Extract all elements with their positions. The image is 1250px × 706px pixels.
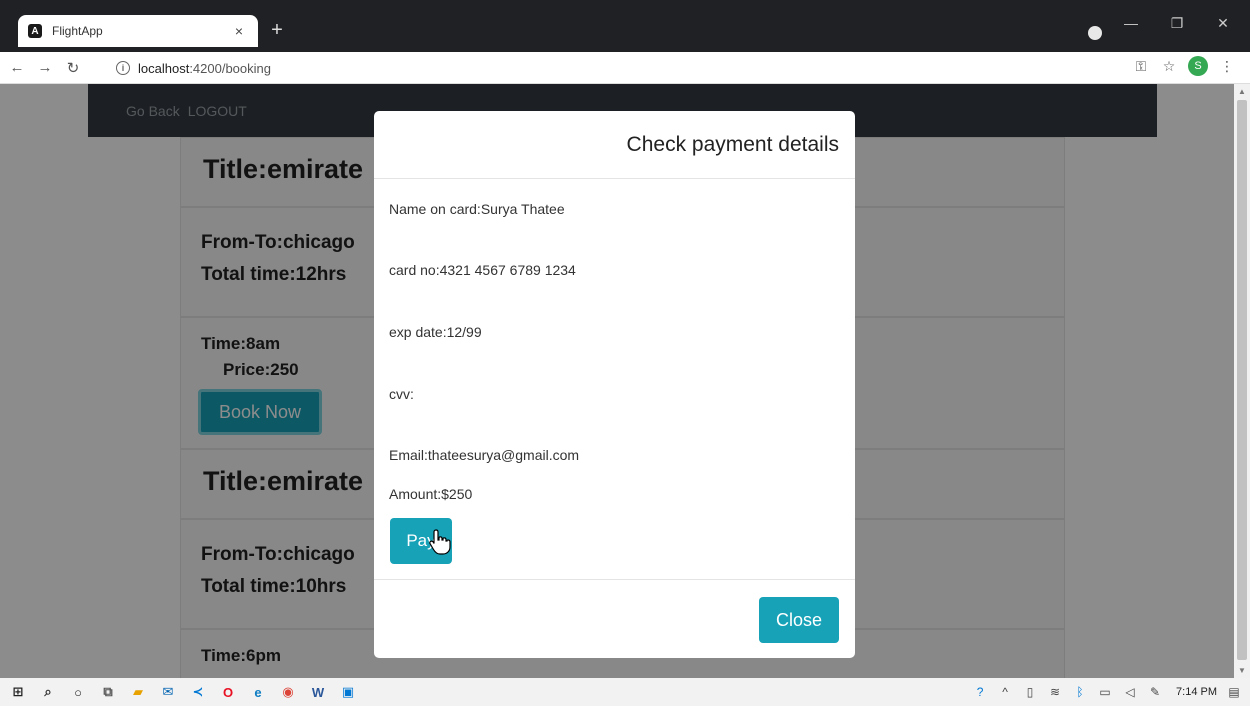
edge-icon[interactable]: e	[246, 682, 270, 702]
close-button[interactable]: Close	[759, 597, 839, 643]
chevron-up-icon[interactable]: ^	[997, 685, 1013, 699]
wifi-icon[interactable]: ≋	[1047, 685, 1063, 699]
taskbar-clock[interactable]: 7:14 PM	[1176, 686, 1217, 698]
exp-date-text: exp date:12/99	[389, 324, 482, 340]
help-icon[interactable]: ?	[972, 685, 988, 699]
file-explorer-icon[interactable]: ▰	[126, 682, 150, 702]
new-tab-button[interactable]: +	[266, 20, 288, 40]
email-text: Email:thateesurya@gmail.com	[389, 447, 580, 463]
name-on-card-text: Name on card:Surya Thatee	[389, 201, 565, 217]
restore-icon[interactable]: ❐	[1154, 8, 1200, 38]
key-icon[interactable]: ⚿	[1132, 58, 1150, 75]
chrome-icon[interactable]: ◉	[276, 682, 300, 702]
menu-dots-icon[interactable]: ⋮	[1218, 58, 1236, 75]
mail-icon[interactable]: ✉	[156, 682, 180, 702]
device-icon[interactable]: ▯	[1022, 685, 1038, 699]
modal-header: Check payment details	[374, 111, 855, 179]
hand-cursor-icon	[429, 529, 451, 555]
reload-icon[interactable]: ↻	[62, 57, 84, 79]
url-host: localhost	[138, 60, 190, 76]
notification-icon[interactable]: ▤	[1226, 685, 1242, 699]
cvv-text: cvv:	[389, 386, 414, 402]
volume-icon[interactable]: ◁	[1122, 685, 1138, 699]
close-window-icon[interactable]: ✕	[1200, 8, 1246, 38]
system-tray: ? ^ ▯ ≋ ᛒ ▭ ◁ ✎ 7:14 PM ▤	[972, 678, 1242, 706]
pen-icon[interactable]: ✎	[1147, 685, 1163, 699]
search-icon[interactable]: ⌕	[36, 682, 60, 702]
forward-arrow-icon[interactable]: →	[34, 57, 56, 79]
browser-profile-icon[interactable]	[1088, 26, 1102, 40]
card-number-text: card no:4321 4567 6789 1234	[389, 262, 576, 278]
windows-start-icon[interactable]: ⊞	[6, 682, 30, 702]
app-icon[interactable]: ▣	[336, 682, 360, 702]
scroll-up-icon[interactable]: ▲	[1238, 87, 1246, 96]
page-scrollbar[interactable]: ▲ ▼	[1234, 84, 1250, 678]
scroll-down-icon[interactable]: ▼	[1238, 666, 1246, 675]
office-icon[interactable]: O	[216, 682, 240, 702]
browser-titlebar: A FlightApp × + — ❐ ✕	[0, 0, 1250, 52]
url-path: :4200/booking	[189, 60, 271, 76]
back-arrow-icon[interactable]: ←	[6, 57, 28, 79]
tab-title: FlightApp	[52, 24, 103, 38]
payment-modal: Check payment details Name on card:Surya…	[374, 111, 855, 658]
amount-text: Amount:$250	[389, 486, 473, 502]
page-viewport: Go Back LOGOUT Title:emirate From-To:chi…	[0, 84, 1234, 678]
minimize-icon[interactable]: —	[1108, 8, 1154, 38]
address-bar[interactable]: i localhost:4200/booking	[116, 56, 1086, 80]
cortana-icon[interactable]: ○	[66, 682, 90, 702]
windows-taskbar: ⊞ ⌕ ○ ⧉ ▰ ✉ ≺ O e ◉ W ▣ ? ^ ▯ ≋ ᛒ ▭ ◁ ✎ …	[0, 678, 1250, 706]
modal-title: Check payment details	[626, 132, 839, 156]
modal-footer: Close	[374, 579, 855, 658]
battery-icon[interactable]: ▭	[1097, 685, 1113, 699]
browser-toolbar: ← → ↻ i localhost:4200/booking ⚿ ☆ S ⋮	[0, 52, 1250, 84]
scroll-thumb[interactable]	[1237, 100, 1247, 660]
angular-logo-icon: A	[28, 24, 42, 38]
browser-tab[interactable]: A FlightApp ×	[18, 15, 258, 47]
word-icon[interactable]: W	[306, 682, 330, 702]
url-text: localhost:4200/booking	[138, 61, 271, 76]
vscode-icon[interactable]: ≺	[186, 682, 210, 702]
bluetooth-icon[interactable]: ᛒ	[1072, 685, 1088, 699]
star-icon[interactable]: ☆	[1160, 58, 1178, 75]
info-icon[interactable]: i	[116, 61, 130, 75]
tab-close-icon[interactable]: ×	[230, 23, 248, 39]
avatar[interactable]: S	[1188, 56, 1208, 76]
task-view-icon[interactable]: ⧉	[96, 682, 120, 702]
